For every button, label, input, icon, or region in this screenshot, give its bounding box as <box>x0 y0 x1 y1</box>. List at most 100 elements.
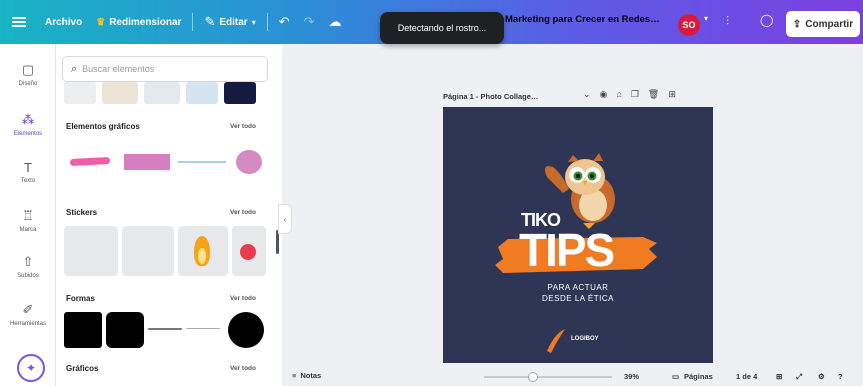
avatar-chevron-icon[interactable]: ▾ <box>704 14 708 23</box>
settings-icon[interactable]: ⚙ <box>818 372 825 381</box>
magic-button[interactable]: ✦ <box>17 354 45 382</box>
resize-label: Redimensionar <box>109 16 182 28</box>
share-icon: ⇪ <box>792 18 802 30</box>
file-menu[interactable]: Archivo <box>38 8 89 36</box>
fullscreen-icon[interactable]: ⤢ <box>796 372 802 382</box>
rail-item-brand[interactable]: ♖ Marca <box>0 200 56 240</box>
graphic-pink-block[interactable] <box>120 144 174 180</box>
help-icon[interactable]: ? <box>838 372 843 381</box>
hamburger-icon <box>12 21 26 23</box>
collapse-panel-button[interactable]: ‹ <box>278 204 292 234</box>
color-swatch[interactable] <box>186 82 218 104</box>
avatar-initials: SO <box>682 20 696 30</box>
left-rail: ▢ Diseño ⁂ Elementos T Texto ♖ Marca ⇧ S… <box>0 44 56 386</box>
document-title[interactable]: Marketing para Crecer en Redes… <box>505 14 673 25</box>
zoom-slider[interactable] <box>484 376 612 378</box>
section-title-shapes: Formas <box>66 294 95 303</box>
elements-panel: ⌕ Buscar elementos Elementos gráficos Ve… <box>56 44 282 386</box>
add-page-icon[interactable]: ⊞ <box>668 89 676 100</box>
section-title-graphics: Elementos gráficos <box>66 122 140 131</box>
pages-button[interactable]: Páginas <box>684 372 713 381</box>
design-page[interactable]: TIKO TIPS PARA ACTUAR DESDE LA ÉTICA LOG… <box>443 107 713 363</box>
toast-text: Detectando el rostro... <box>397 23 487 33</box>
face-detect-toast: Detectando el rostro... <box>380 12 504 44</box>
redo-button[interactable]: ↷ <box>297 8 322 36</box>
rail-item-elements[interactable]: ⁂ Elementos <box>0 104 56 144</box>
pencil-icon: ✎ <box>204 14 216 29</box>
divider <box>266 13 268 31</box>
color-swatch[interactable] <box>102 82 138 104</box>
cloud-save-button[interactable]: ☁ <box>322 8 349 36</box>
rail-label: Herramientas <box>9 320 46 327</box>
search-placeholder: Buscar elementos <box>82 64 155 74</box>
zoom-value[interactable]: 39% <box>624 372 639 381</box>
page-toolbar: ⌄ ◉ ⌂ ❐ 🗑 ⊞ <box>583 89 676 100</box>
divider <box>192 13 194 31</box>
rail-label: Diseño <box>18 80 38 87</box>
see-all-link[interactable]: Ver todo <box>230 295 256 302</box>
shape-rounded-square[interactable] <box>106 312 144 348</box>
undo-icon: ↶ <box>278 14 290 29</box>
color-swatch[interactable] <box>64 82 96 104</box>
see-all-link[interactable]: Ver todo <box>230 209 256 216</box>
menu-button[interactable] <box>0 8 38 36</box>
rail-label: Texto <box>20 178 36 184</box>
sticker-item[interactable] <box>64 226 118 276</box>
graphic-pink-stroke[interactable] <box>64 144 114 180</box>
file-label: Archivo <box>45 16 83 28</box>
undo-button[interactable]: ↶ <box>272 8 297 36</box>
graphic-circle[interactable] <box>232 144 266 180</box>
search-input[interactable]: ⌕ Buscar elementos <box>62 56 268 82</box>
section-title-graphs: Gráficos <box>66 364 99 373</box>
magic-icon: ✦ <box>25 361 37 375</box>
notes-button[interactable]: ≡ Notas <box>292 371 321 380</box>
rail-item-uploads[interactable]: ⇧ Subidos <box>0 246 56 286</box>
resize-button[interactable]: ♛ Redimensionar <box>89 8 188 36</box>
edit-label: Editar <box>219 16 248 28</box>
page-count: 1 de 4 <box>736 372 758 381</box>
rail-label: Subidos <box>17 272 39 279</box>
sticker-item[interactable] <box>232 226 266 276</box>
rail-label: Marca <box>19 226 37 233</box>
cloud-save-icon: ☁ <box>328 14 342 29</box>
page-label[interactable]: Página 1 - Photo Collage… <box>443 92 538 101</box>
design-brand-text: LOGIBOY <box>571 336 599 342</box>
rail-item-design[interactable]: ▢ Diseño <box>0 54 56 94</box>
notes-label: Notas <box>300 371 322 380</box>
zoom-slider-handle[interactable] <box>528 372 538 382</box>
section-title-stickers: Stickers <box>66 208 98 217</box>
eye-icon[interactable]: ◉ <box>600 89 608 100</box>
trash-icon[interactable]: 🗑 <box>648 89 659 100</box>
sticker-item[interactable] <box>122 226 174 276</box>
comment-icon[interactable]: ◯ <box>760 13 773 27</box>
text-icon: T <box>24 160 32 175</box>
redo-icon: ↷ <box>303 14 315 29</box>
graphic-blue-line[interactable] <box>178 144 226 180</box>
chevron-down-icon[interactable]: ⌄ <box>583 89 591 100</box>
duplicate-icon[interactable]: ❐ <box>631 89 639 100</box>
grid-view-icon[interactable]: ⊞ <box>776 372 782 381</box>
upload-icon: ⇧ <box>22 253 34 269</box>
edit-menu[interactable]: ✎ Editar ▾ <box>197 8 262 36</box>
elements-icon: ⁂ <box>21 111 35 127</box>
shape-circle[interactable] <box>228 312 264 348</box>
chevron-left-icon: ‹ <box>283 214 287 224</box>
analytics-icon[interactable]: ⫶ <box>726 14 729 29</box>
shape-line-thin[interactable] <box>186 328 220 329</box>
rail-item-tools[interactable]: ✐ Herramientas <box>0 294 56 334</box>
share-label: Compartir <box>805 18 854 30</box>
see-all-link[interactable]: Ver todo <box>230 123 256 130</box>
lock-icon[interactable]: ⌂ <box>616 89 621 100</box>
color-swatch[interactable] <box>144 82 180 104</box>
chevron-down-icon: ▾ <box>251 17 256 27</box>
see-all-link[interactable]: Ver todo <box>230 365 256 372</box>
color-swatch[interactable] <box>224 82 256 104</box>
search-icon: ⌕ <box>71 62 78 75</box>
pages-icon[interactable]: ▭ <box>672 372 679 381</box>
shape-line[interactable] <box>148 328 182 330</box>
shape-square[interactable] <box>64 312 102 348</box>
avatar[interactable]: SO <box>678 14 700 36</box>
sticker-flame[interactable] <box>178 226 228 276</box>
share-button[interactable]: ⇪ Compartir <box>786 11 860 37</box>
rail-item-text[interactable]: T Texto <box>0 152 56 192</box>
